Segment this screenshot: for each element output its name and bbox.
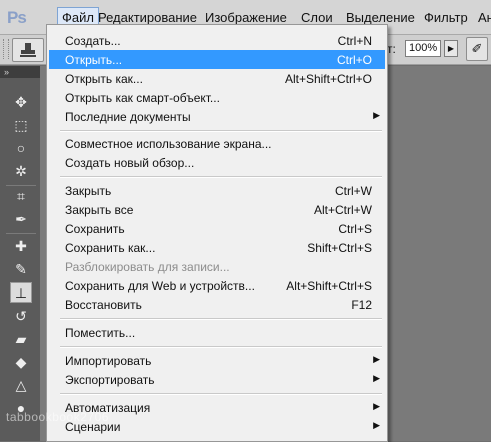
watermark: tabbookbook2706 [6, 410, 109, 424]
menu-item-label: Открыть как... [65, 72, 143, 86]
menu-item-shortcut: Alt+Shift+Ctrl+O [284, 72, 372, 86]
menu-item-shortcut: Alt+Ctrl+W [313, 203, 372, 217]
menu-item-save[interactable]: Сохранить Ctrl+S [49, 219, 385, 238]
submenu-arrow-icon: ▶ [373, 401, 380, 411]
menu-item-import[interactable]: Импортировать ▶ [49, 351, 385, 370]
submenu-arrow-icon: ▶ [373, 354, 380, 364]
eraser-tool-icon[interactable]: ▰ [10, 329, 32, 350]
flow-input[interactable]: 100% [405, 40, 441, 57]
menu-item-shortcut: Ctrl+O [336, 53, 372, 67]
blur-tool-icon[interactable]: △ [10, 375, 32, 396]
clone-stamp-icon [20, 43, 36, 57]
flow-label: т: [387, 42, 396, 56]
menu-separator [60, 346, 382, 348]
menu-item-label: Открыть... [65, 53, 123, 67]
menu-item-label: Закрыть [65, 184, 112, 198]
menu-item-new-review[interactable]: Создать новый обзор... [49, 153, 385, 172]
airbrush-icon[interactable]: ✐ [466, 37, 488, 61]
menu-item-label: Разблокировать для записи... [65, 260, 230, 274]
file-menu-dropdown: Создать... Ctrl+N Открыть... Ctrl+O Откр… [46, 24, 388, 442]
menu-item-shortcut: Ctrl+N [337, 34, 372, 48]
quick-selection-tool-icon[interactable]: ✲ [10, 161, 32, 182]
menu-filter[interactable]: Фильтр [420, 9, 472, 26]
menu-item-shortcut: Alt+Shift+Ctrl+S [286, 279, 372, 293]
clone-stamp-tool-icon[interactable]: ⊥ [10, 282, 32, 303]
menu-item-label: Импортировать [65, 354, 152, 368]
menu-item-open-as-smart-object[interactable]: Открыть как смарт-объект... [49, 88, 385, 107]
menu-item-label: Закрыть все [65, 203, 134, 217]
menu-item-open[interactable]: Открыть... Ctrl+O [49, 50, 385, 69]
toolbox-divider [6, 233, 36, 234]
menu-item-label: Сохранить для Web и устройств... [65, 279, 255, 293]
eyedropper-tool-icon[interactable]: ✒ [10, 209, 32, 230]
healing-brush-tool-icon[interactable]: ✚ [10, 236, 32, 257]
options-grip[interactable] [3, 39, 9, 59]
menu-item-label: Экспортировать [65, 373, 155, 387]
move-tool-icon[interactable]: ✥ [10, 92, 32, 113]
menu-item-share-screen[interactable]: Совместное использование экрана... [49, 134, 385, 153]
menu-separator [60, 393, 382, 395]
menu-item-save-for-web[interactable]: Сохранить для Web и устройств... Alt+Shi… [49, 276, 385, 295]
menu-analysis[interactable]: Ан [474, 9, 491, 26]
photoshop-logo: Ps [7, 8, 27, 27]
menu-item-label: Последние документы [65, 110, 191, 124]
flow-dropdown-arrow-icon[interactable]: ▶ [444, 40, 458, 57]
menu-item-revert[interactable]: Восстановить F12 [49, 295, 385, 314]
menu-separator [60, 318, 382, 320]
toolbox-collapse-icon[interactable]: » [0, 66, 40, 78]
menu-item-label: Создать новый обзор... [65, 156, 195, 170]
marquee-tool-icon[interactable]: ⬚ [10, 115, 32, 136]
menu-item-shortcut: Ctrl+W [335, 184, 372, 198]
menu-item-export[interactable]: Экспортировать ▶ [49, 370, 385, 389]
menu-item-label: Совместное использование экрана... [65, 137, 272, 151]
toolbox: » ✥ ⬚ ○ ✲ ⌗ ✒ ✚ ✎ ⊥ ↺ ▰ ◆ △ ● [0, 66, 40, 441]
menu-item-label: Сохранить [65, 222, 125, 236]
menu-item-label: Поместить... [65, 326, 136, 340]
submenu-arrow-icon: ▶ [373, 373, 380, 383]
history-brush-tool-icon[interactable]: ↺ [10, 306, 32, 327]
menu-item-place[interactable]: Поместить... [49, 323, 385, 342]
submenu-arrow-icon: ▶ [373, 420, 380, 430]
menu-separator [60, 130, 382, 132]
paint-bucket-tool-icon[interactable]: ◆ [10, 352, 32, 373]
menu-separator [60, 176, 382, 178]
tool-preset-picker[interactable] [12, 38, 44, 62]
menu-item-shortcut: Ctrl+S [338, 222, 372, 236]
menu-item-label: Открыть как смарт-объект... [65, 91, 220, 105]
brush-tool-icon[interactable]: ✎ [10, 259, 32, 280]
menu-item-label: Восстановить [65, 298, 142, 312]
menu-item-open-as[interactable]: Открыть как... Alt+Shift+Ctrl+O [49, 69, 385, 88]
submenu-arrow-icon: ▶ [373, 110, 380, 120]
menu-item-recent-documents[interactable]: Последние документы ▶ [49, 107, 385, 126]
menu-item-label: Создать... [65, 34, 121, 48]
menu-item-label: Сохранить как... [65, 241, 156, 255]
menu-item-close-all[interactable]: Закрыть все Alt+Ctrl+W [49, 200, 385, 219]
menu-item-unlock-for-writing: Разблокировать для записи... [49, 257, 385, 276]
menu-item-close[interactable]: Закрыть Ctrl+W [49, 181, 385, 200]
menu-item-shortcut: F12 [351, 298, 372, 312]
menu-item-shortcut: Shift+Ctrl+S [307, 241, 372, 255]
crop-tool-icon[interactable]: ⌗ [10, 186, 32, 207]
menu-item-save-as[interactable]: Сохранить как... Shift+Ctrl+S [49, 238, 385, 257]
lasso-tool-icon[interactable]: ○ [10, 138, 32, 159]
menu-item-new[interactable]: Создать... Ctrl+N [49, 31, 385, 50]
